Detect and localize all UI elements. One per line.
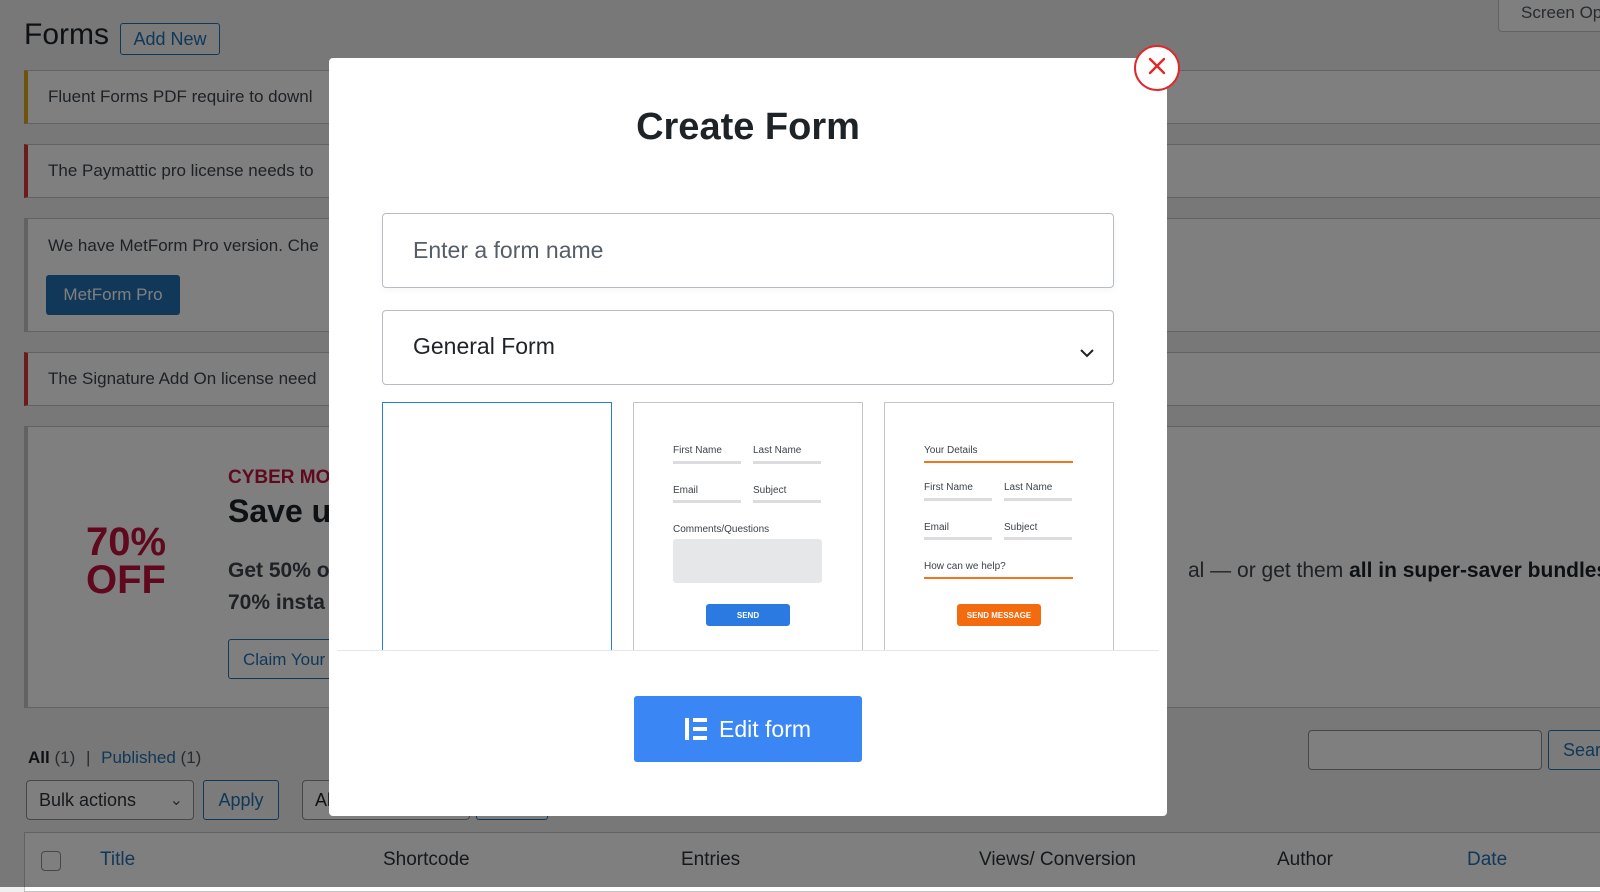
template-gallery: First Name Last Name Email Subject Comme… bbox=[382, 402, 1164, 650]
template-send-button: SEND bbox=[706, 604, 790, 626]
template-label: Last Name bbox=[1004, 482, 1053, 493]
close-modal-button[interactable] bbox=[1134, 45, 1180, 91]
template-label: How can we help? bbox=[924, 561, 1006, 572]
template-label: Last Name bbox=[753, 445, 802, 456]
template-label: Your Details bbox=[924, 445, 978, 456]
template-contact[interactable]: First Name Last Name Email Subject Comme… bbox=[633, 402, 863, 650]
form-name-input[interactable] bbox=[382, 213, 1114, 288]
template-label: First Name bbox=[673, 445, 722, 456]
template-field-line bbox=[1004, 537, 1072, 540]
template-blank[interactable] bbox=[382, 402, 612, 650]
form-type-select[interactable]: General Form bbox=[382, 310, 1114, 385]
template-field-line bbox=[673, 500, 741, 503]
edit-form-button[interactable]: Edit form bbox=[634, 696, 862, 762]
edit-form-label: Edit form bbox=[718, 715, 812, 742]
template-field-line bbox=[753, 500, 821, 503]
template-field-line bbox=[673, 461, 741, 464]
modal-divider bbox=[337, 650, 1159, 651]
template-field-line bbox=[1004, 498, 1072, 501]
template-label: Subject bbox=[753, 485, 787, 496]
template-label: Subject bbox=[1004, 522, 1038, 533]
modal-title: Create Form bbox=[636, 106, 860, 148]
template-send-message-button: SEND MESSAGE bbox=[957, 604, 1041, 626]
template-label: First Name bbox=[924, 482, 973, 493]
form-type-value: General Form bbox=[413, 333, 555, 359]
close-icon bbox=[1147, 56, 1167, 81]
template-orange-line bbox=[924, 577, 1073, 579]
template-field-line bbox=[924, 498, 992, 501]
template-detailed[interactable]: Your Details First Name Last Name Email … bbox=[884, 402, 1114, 650]
template-label: Comments/Questions bbox=[673, 524, 770, 535]
template-field-line bbox=[924, 537, 992, 540]
template-label: Email bbox=[924, 522, 950, 533]
template-textarea bbox=[673, 539, 822, 583]
template-field-line bbox=[753, 461, 821, 464]
template-label: Email bbox=[673, 485, 699, 496]
template-orange-line bbox=[924, 461, 1073, 463]
create-form-modal: Create Form General Form First Name Last… bbox=[329, 58, 1167, 816]
elementor-icon bbox=[684, 718, 707, 740]
chevron-down-icon bbox=[1079, 337, 1095, 364]
